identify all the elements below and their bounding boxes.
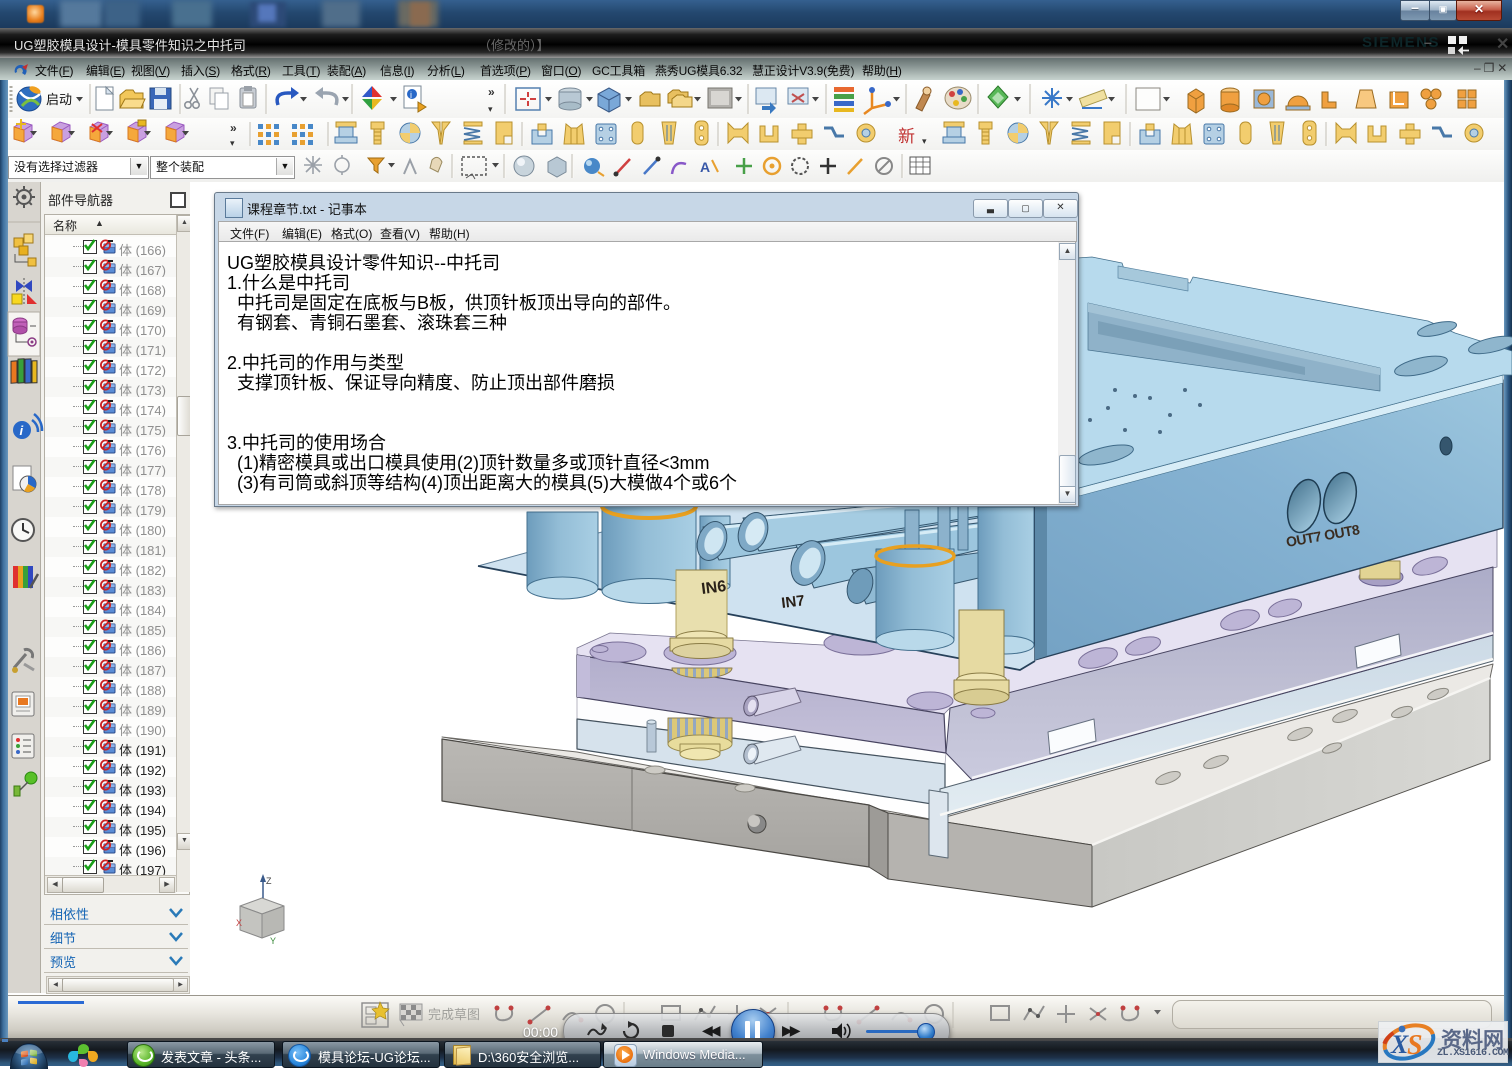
svg-text:Z: Z [266,876,272,886]
svg-text:i: i [410,90,412,100]
svg-text:▾: ▾ [230,138,235,148]
svg-text:S: S [1407,1030,1423,1061]
svg-text:i: i [20,423,24,438]
svg-text:▾: ▾ [922,136,927,146]
svg-text:Y: Y [270,936,276,946]
svg-text:启动: 启动 [46,92,72,107]
svg-text:IN6: IN6 [700,578,727,598]
svg-text:»: » [488,85,495,99]
svg-text:»: » [230,121,237,135]
svg-text:完成草图: 完成草图 [428,1007,480,1022]
svg-text:X: X [236,918,242,928]
svg-text:新: 新 [898,127,915,146]
svg-text:▾: ▾ [488,104,493,114]
svg-text:A: A [700,159,710,175]
svg-text:IN7: IN7 [780,592,805,612]
